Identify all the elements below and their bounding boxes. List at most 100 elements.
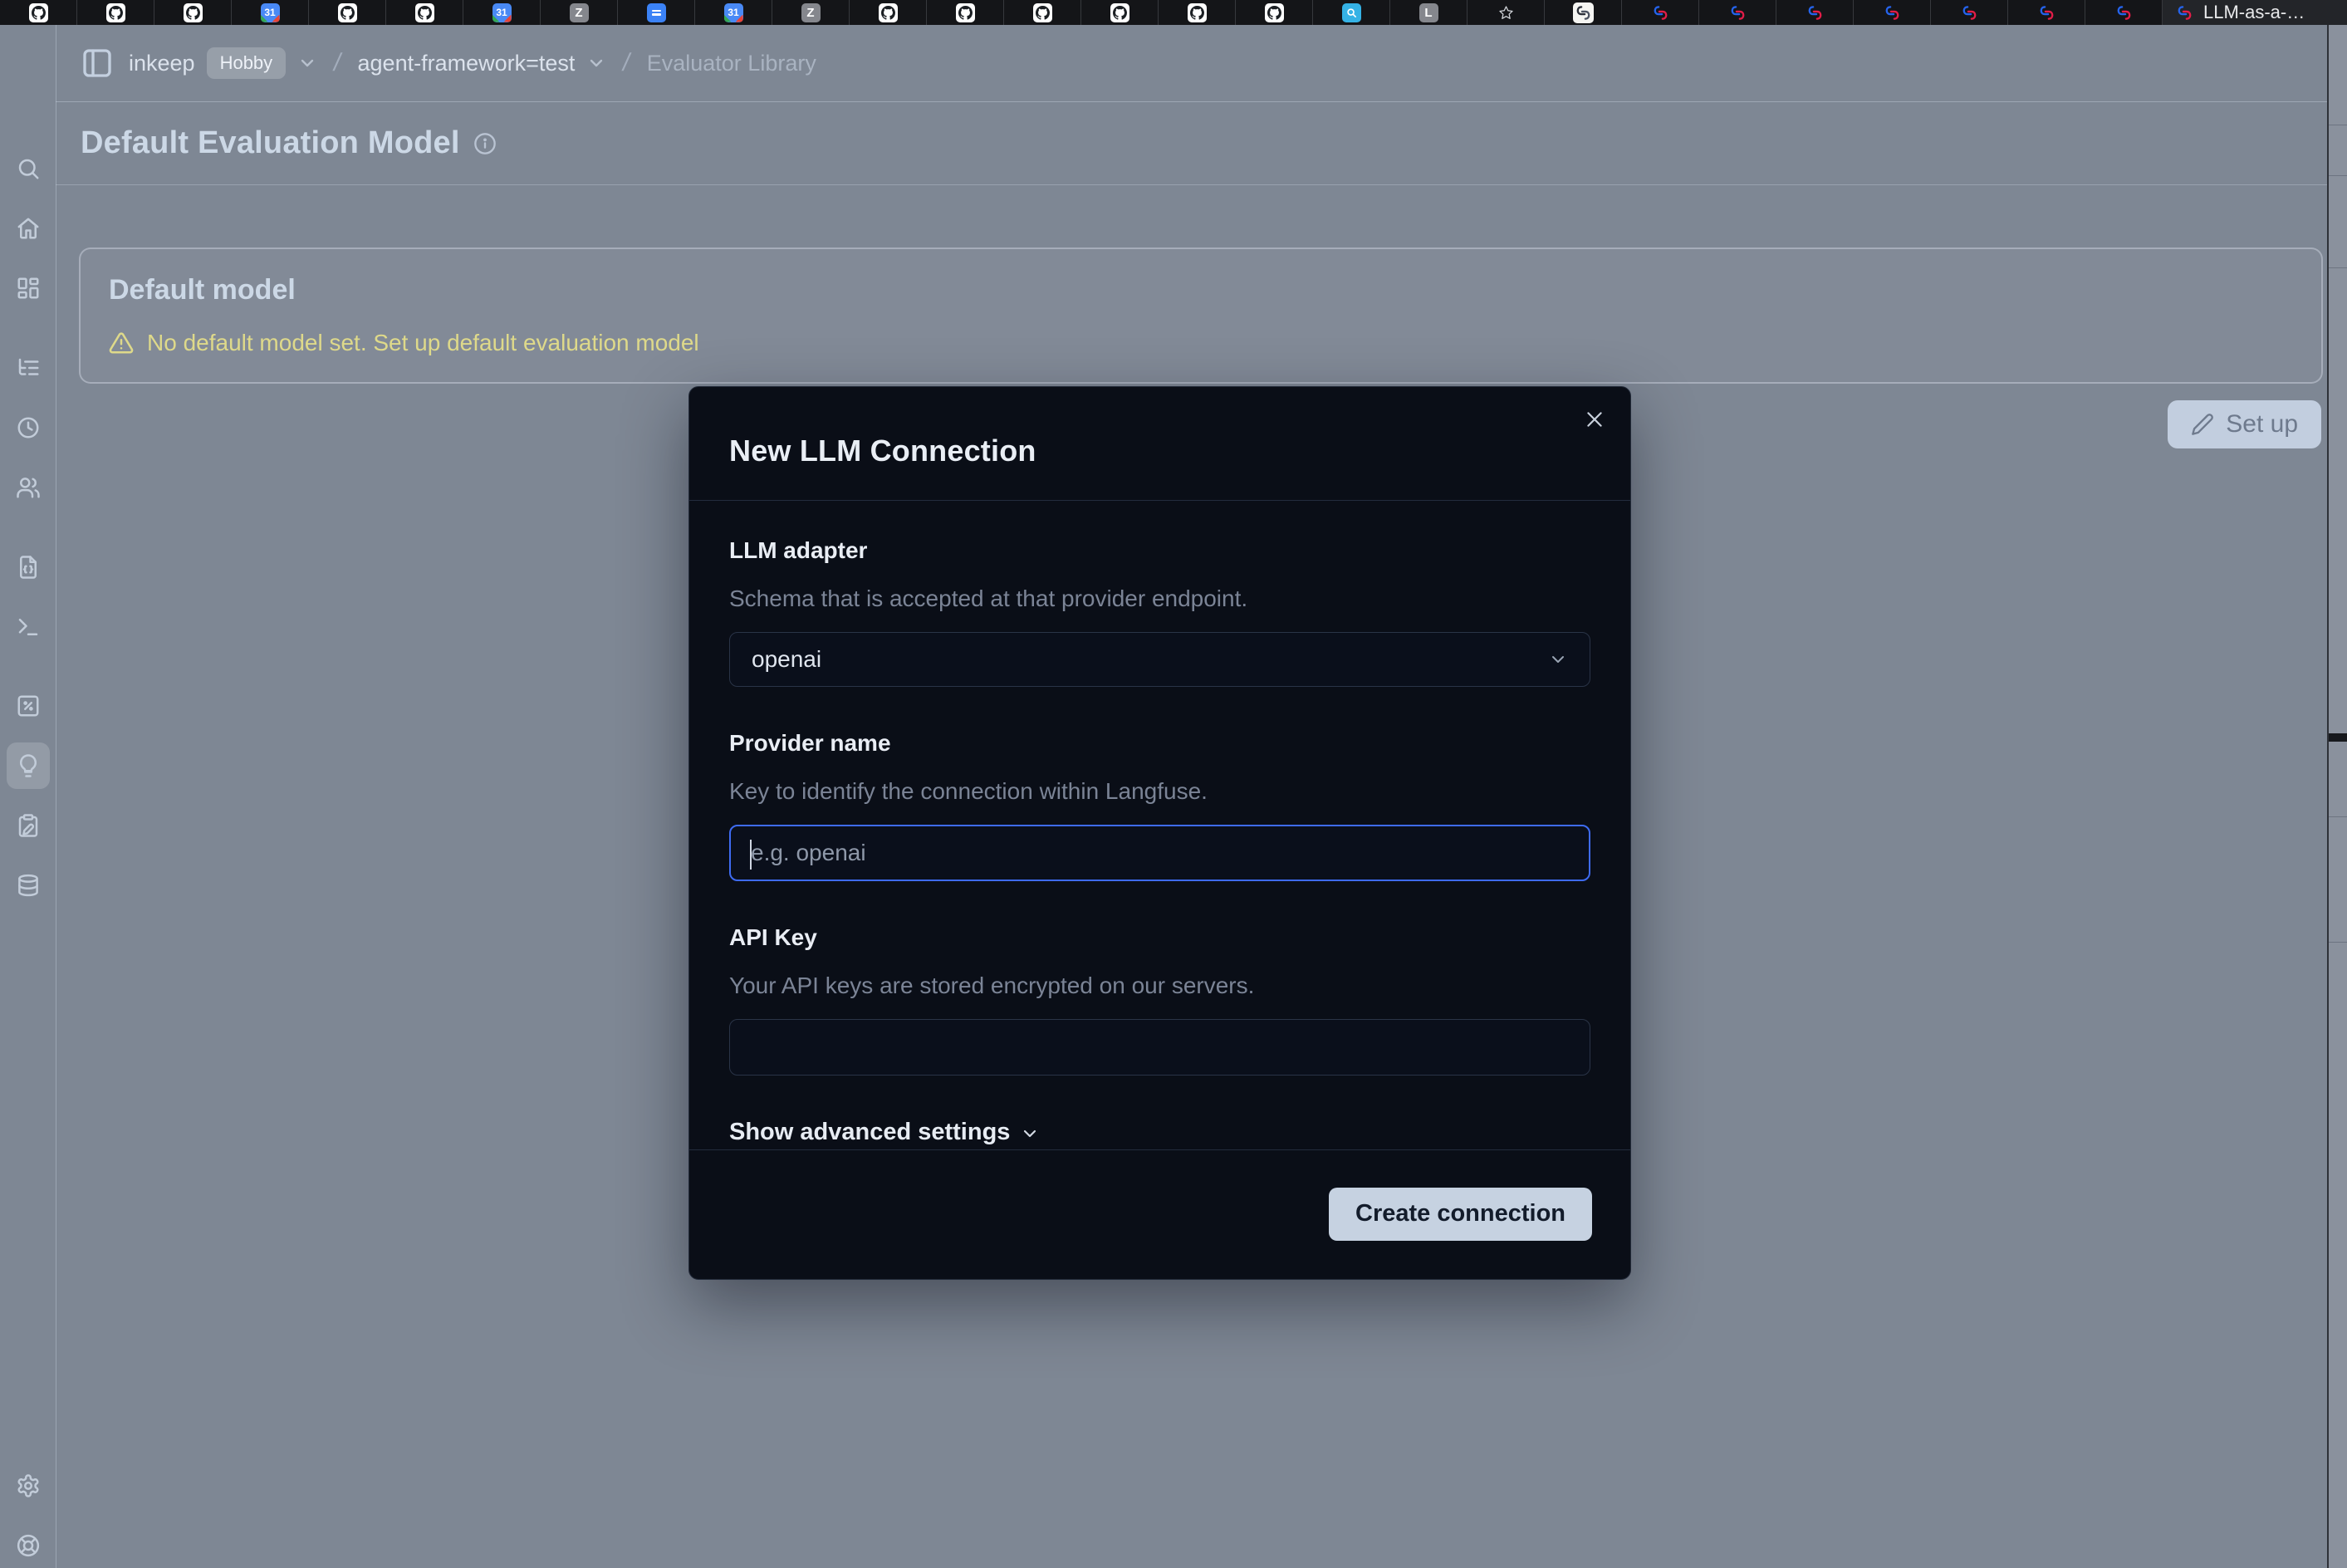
browser-tab[interactable] (77, 0, 154, 25)
sidebar-item-home-icon[interactable] (16, 216, 41, 241)
chevron-down-icon (1548, 649, 1568, 669)
breadcrumb: inkeep Hobby / agent-framework=test / Ev… (129, 47, 816, 79)
alert-triangle-icon (109, 331, 134, 355)
github-favicon (1110, 3, 1129, 22)
browser-tab[interactable] (1081, 0, 1159, 25)
new-llm-connection-dialog: New LLM Connection LLM adapter Schema th… (688, 386, 1631, 1280)
tab-title: LLM-as-a-… (2203, 2, 2305, 23)
sidebar-item-prompts-icon[interactable] (16, 555, 41, 580)
chat-search-favicon (1342, 3, 1361, 22)
browser-tab[interactable] (850, 0, 927, 25)
chevron-down-icon[interactable] (297, 53, 317, 73)
browser-tab[interactable]: 31 (695, 0, 772, 25)
github-favicon (29, 3, 48, 22)
l-app-favicon: L (1419, 3, 1438, 22)
langfuse-favicon (1805, 2, 1825, 23)
github-favicon (338, 3, 357, 22)
browser-tab[interactable] (154, 0, 232, 25)
github-favicon (1188, 3, 1207, 22)
header-bar: inkeep Hobby / agent-framework=test / Ev… (56, 25, 2347, 102)
browser-tab[interactable] (1931, 0, 2008, 25)
page-title-bar: Default Evaluation Model (56, 102, 2347, 185)
dialog-title: New LLM Connection (729, 434, 1590, 468)
set-up-button-label: Set up (2226, 410, 2298, 439)
browser-tab[interactable] (2085, 0, 2163, 25)
sidebar-item-evaluators-icon[interactable] (16, 753, 41, 778)
sidebar-toggle-icon[interactable] (81, 47, 114, 80)
langfuse-favicon (1959, 2, 1980, 23)
browser-tab[interactable] (1313, 0, 1390, 25)
browser-tab[interactable] (386, 0, 463, 25)
sidebar-item-annotations-icon[interactable] (16, 813, 41, 838)
browser-tab[interactable]: Z (772, 0, 850, 25)
browser-tab[interactable] (2008, 0, 2085, 25)
breadcrumb-org[interactable]: inkeep (129, 51, 195, 76)
browser-tab[interactable] (1004, 0, 1081, 25)
info-icon[interactable] (473, 132, 497, 155)
github-favicon (106, 3, 125, 22)
warning-row: No default model set. Set up default eva… (109, 330, 2321, 356)
browser-tab[interactable]: L (1390, 0, 1467, 25)
z-app-favicon: Z (570, 3, 589, 22)
github-favicon (956, 3, 975, 22)
browser-tab[interactable] (618, 0, 695, 25)
sidebar-item-dashboard-icon[interactable] (16, 276, 41, 301)
warning-text: No default model set. Set up default eva… (147, 330, 699, 356)
close-icon[interactable] (1584, 409, 1605, 430)
breadcrumb-project[interactable]: agent-framework=test (358, 51, 576, 76)
browser-tab[interactable] (0, 0, 77, 25)
set-up-button[interactable]: Set up (2168, 400, 2321, 448)
breadcrumb-separator: / (326, 49, 348, 77)
browser-tab[interactable]: Z (541, 0, 618, 25)
sidebar-item-scores-icon[interactable] (16, 693, 41, 718)
llm-adapter-label: LLM adapter (729, 537, 1590, 564)
langfuse-favicon (2174, 2, 2195, 23)
browser-tab[interactable] (1699, 0, 1776, 25)
sidebar-item-tracing-icon[interactable] (16, 355, 41, 380)
plan-badge: Hobby (207, 47, 287, 79)
github-favicon (879, 3, 898, 22)
sidebar-item-support-icon[interactable] (16, 1533, 41, 1558)
provider-name-field-wrap (729, 825, 1590, 881)
browser-tab[interactable]: 31 (463, 0, 541, 25)
sidebar-item-settings-icon[interactable] (16, 1473, 41, 1498)
sidebar-item-playground-icon[interactable] (16, 615, 41, 639)
advanced-settings-toggle[interactable]: Show advanced settings (729, 1119, 1590, 1146)
star-icon (1497, 3, 1516, 22)
chevron-down-icon[interactable] (586, 53, 606, 73)
sidebar-item-search-icon[interactable] (16, 156, 41, 181)
google-calendar-favicon: 31 (492, 3, 512, 22)
browser-tab[interactable] (1545, 0, 1622, 25)
card-heading: Default model (109, 274, 2321, 306)
sidebar (0, 25, 56, 1568)
dialog-body: LLM adapter Schema that is accepted at t… (689, 501, 1630, 1146)
browser-tab[interactable] (309, 0, 386, 25)
browser-tab[interactable] (1159, 0, 1236, 25)
create-connection-button[interactable]: Create connection (1329, 1188, 1592, 1241)
browser-tab[interactable] (927, 0, 1004, 25)
dialog-header: New LLM Connection (689, 387, 1630, 500)
pencil-icon (2191, 413, 2214, 436)
sidebar-item-sessions-icon[interactable] (16, 415, 41, 440)
api-key-input[interactable] (750, 1034, 1570, 1061)
browser-tab[interactable] (1467, 0, 1545, 25)
browser-tab[interactable] (1236, 0, 1313, 25)
document-favicon (647, 3, 666, 22)
github-favicon (184, 3, 203, 22)
browser-tab[interactable]: 31 (232, 0, 309, 25)
browser-tab[interactable] (1622, 0, 1699, 25)
sidebar-item-datasets-icon[interactable] (16, 873, 41, 898)
provider-name-input[interactable] (751, 840, 1569, 866)
llm-adapter-select[interactable]: openai (729, 632, 1590, 687)
default-model-card: Default model No default model set. Set … (79, 247, 2323, 384)
llm-adapter-description: Schema that is accepted at that provider… (729, 586, 1590, 612)
browser-tab[interactable] (1854, 0, 1931, 25)
dialog-footer: Create connection (689, 1149, 1630, 1279)
browser-tab[interactable] (1776, 0, 1854, 25)
browser-tab-strip: 3131Z31ZLLLM-as-a-… (0, 0, 2347, 25)
langfuse-favicon (1650, 2, 1671, 23)
browser-tab-active[interactable]: LLM-as-a-… (2163, 0, 2347, 25)
sidebar-item-users-icon[interactable] (16, 475, 41, 500)
langfuse-favicon (2114, 2, 2134, 23)
breadcrumb-page: Evaluator Library (647, 51, 816, 76)
